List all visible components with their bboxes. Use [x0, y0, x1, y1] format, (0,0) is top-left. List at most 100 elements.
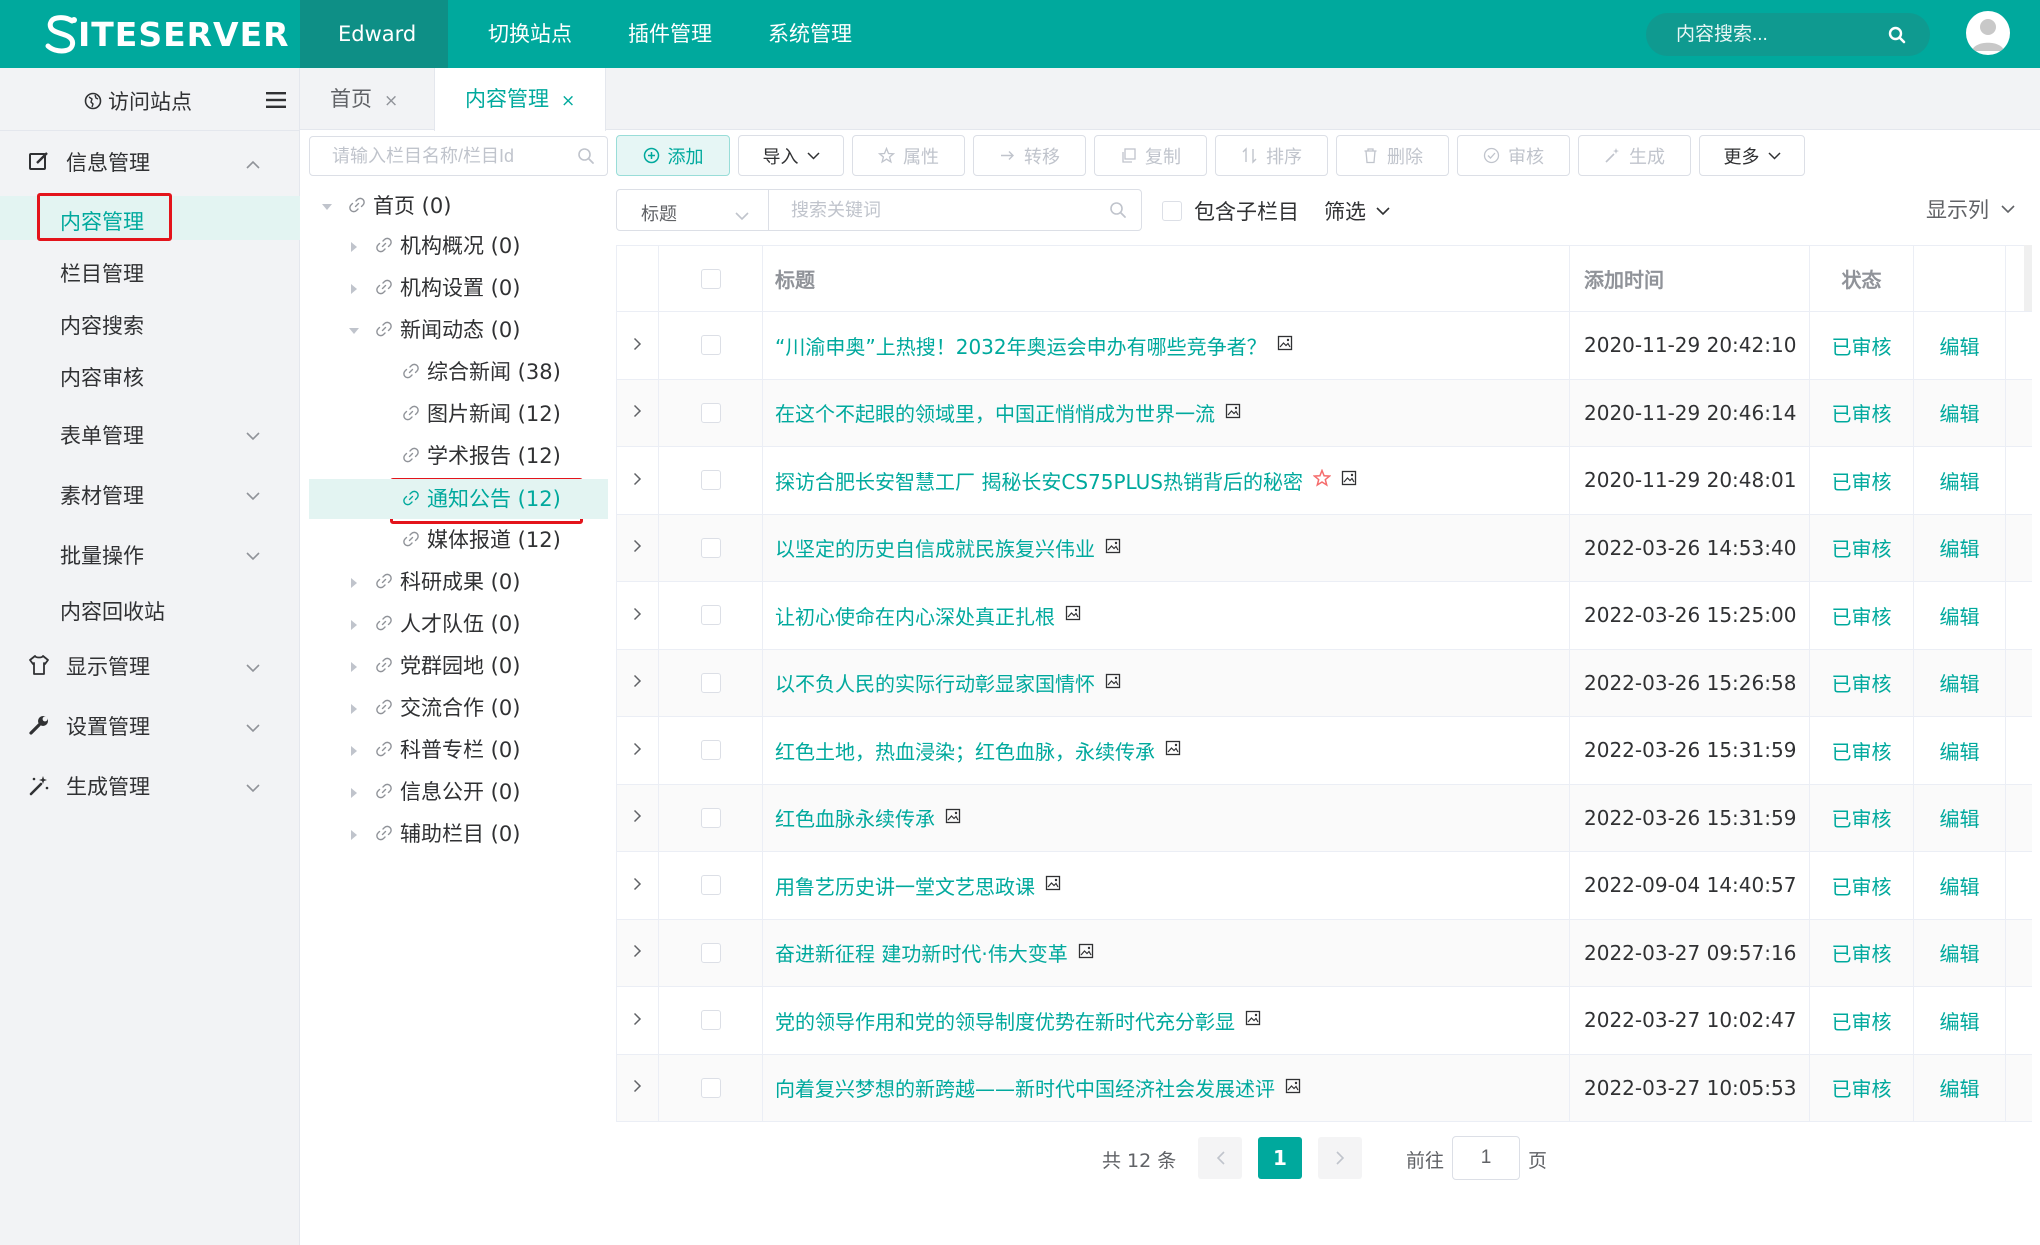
sidebar-item-material-management[interactable]: 素材管理	[0, 470, 300, 514]
edit-link[interactable]: 编辑	[1940, 1073, 1980, 1102]
keyword-search-input[interactable]	[791, 190, 1091, 230]
caret-right-icon[interactable]	[348, 226, 364, 266]
table-row[interactable]: 用鲁艺历史讲一堂文艺思政课 2022-09-04 14:40:57 已审核 编辑	[617, 852, 2032, 920]
edit-link[interactable]: 编辑	[1940, 1006, 1980, 1035]
siteserver-logo[interactable]: ITESERVER	[44, 14, 290, 54]
content-title-link[interactable]: “川渝申奥”上热搜！2032年奥运会申办有哪些竞争者？	[775, 331, 1267, 360]
visit-site-link[interactable]: 访问站点	[84, 86, 192, 116]
transfer-button[interactable]: 转移	[973, 135, 1086, 176]
edit-link[interactable]: 编辑	[1940, 331, 1980, 360]
row-checkbox[interactable]	[700, 807, 721, 828]
edit-link[interactable]: 编辑	[1940, 466, 1980, 495]
chevron-right-icon[interactable]	[633, 943, 642, 962]
tree-node-research-results[interactable]: 科研成果 (0)	[348, 562, 520, 602]
add-button[interactable]: 添加	[616, 135, 730, 176]
search-icon[interactable]	[577, 147, 595, 169]
status-link[interactable]: 已审核	[1832, 1073, 1892, 1102]
tree-node-academic-reports[interactable]: 学术报告 (12)	[375, 436, 561, 476]
caret-right-icon[interactable]	[348, 562, 364, 602]
collapse-menu-icon[interactable]	[266, 92, 286, 112]
status-link[interactable]: 已审核	[1832, 938, 1892, 967]
caret-right-icon[interactable]	[348, 268, 364, 308]
status-link[interactable]: 已审核	[1832, 398, 1892, 427]
table-row[interactable]: 在这个不起眼的领域里，中国正悄悄成为世界一流 2020-11-29 20:46:1…	[617, 379, 2032, 447]
edit-link[interactable]: 编辑	[1940, 736, 1980, 765]
tree-node-institution-settings[interactable]: 机构设置 (0)	[348, 268, 520, 308]
caret-right-icon[interactable]	[348, 604, 364, 644]
caret-right-icon[interactable]	[348, 646, 364, 686]
search-field-select[interactable]: 标题	[616, 189, 769, 231]
edit-link[interactable]: 编辑	[1940, 938, 1980, 967]
status-link[interactable]: 已审核	[1832, 331, 1892, 360]
generate-button[interactable]: 生成	[1578, 135, 1691, 176]
goto-page-input[interactable]	[1452, 1136, 1520, 1180]
content-title-link[interactable]: 探访合肥长安智慧工厂 揭秘长安CS75PLUS热销背后的秘密	[775, 466, 1303, 495]
edit-link[interactable]: 编辑	[1940, 803, 1980, 832]
next-page-button[interactable]	[1318, 1137, 1362, 1179]
table-row[interactable]: 红色土地，热血浸染；红色血脉，永续传承 2022-03-26 15:31:59 已审…	[617, 717, 2032, 785]
table-row[interactable]: 党的领导作用和党的领导制度优势在新时代充分彰显 2022-03-27 10:02:…	[617, 987, 2032, 1055]
user-avatar[interactable]	[1966, 11, 2010, 55]
table-scrollbar[interactable]	[2024, 245, 2032, 311]
chevron-right-icon[interactable]	[633, 876, 642, 895]
content-title-link[interactable]: 向着复兴梦想的新跨越——新时代中国经济社会发展述评	[775, 1073, 1275, 1102]
table-row[interactable]: 以坚定的历史自信成就民族复兴伟业 2022-03-26 14:53:40 已审核 编辑	[617, 514, 2032, 582]
row-checkbox[interactable]	[700, 740, 721, 761]
edit-link[interactable]: 编辑	[1940, 601, 1980, 630]
tree-node-institution-overview[interactable]: 机构概况 (0)	[348, 226, 520, 266]
table-row[interactable]: 红色血脉永续传承 2022-03-26 15:31:59 已审核 编辑	[617, 784, 2032, 852]
status-link[interactable]: 已审核	[1832, 736, 1892, 765]
nav-item-plugins[interactable]: 插件管理	[628, 0, 752, 68]
status-link[interactable]: 已审核	[1832, 668, 1892, 697]
chevron-right-icon[interactable]	[633, 1078, 642, 1097]
nav-item-switch-site[interactable]: 切换站点	[488, 0, 612, 68]
tree-node-party-garden[interactable]: 党群园地 (0)	[348, 646, 520, 686]
row-checkbox[interactable]	[700, 672, 721, 693]
sort-button[interactable]: 排序	[1215, 135, 1328, 176]
tree-node-media-reports[interactable]: 媒体报道 (12)	[375, 520, 561, 560]
sidebar-item-content-management[interactable]: 内容管理	[0, 196, 300, 240]
channel-search-input[interactable]	[332, 137, 562, 175]
edit-link[interactable]: 编辑	[1940, 668, 1980, 697]
caret-right-icon[interactable]	[348, 772, 364, 812]
attributes-button[interactable]: 属性	[852, 135, 965, 176]
filter-dropdown[interactable]: 筛选	[1324, 196, 1390, 226]
content-title-link[interactable]: 以坚定的历史自信成就民族复兴伟业	[775, 533, 1095, 562]
status-link[interactable]: 已审核	[1832, 1006, 1892, 1035]
review-button[interactable]: 审核	[1457, 135, 1570, 176]
tree-node-general-news[interactable]: 综合新闻 (38)	[375, 352, 561, 392]
row-checkbox[interactable]	[700, 1077, 721, 1098]
chevron-right-icon[interactable]	[633, 606, 642, 625]
content-title-link[interactable]: 以不负人民的实际行动彰显家国情怀	[775, 668, 1095, 697]
edit-link[interactable]: 编辑	[1940, 398, 1980, 427]
caret-down-icon[interactable]	[348, 310, 364, 350]
search-icon[interactable]	[1109, 201, 1127, 223]
row-checkbox[interactable]	[700, 470, 721, 491]
caret-down-icon[interactable]	[321, 186, 337, 226]
more-dropdown-button[interactable]: 更多	[1699, 135, 1805, 176]
sidebar-item-content-recycle-bin[interactable]: 内容回收站	[0, 586, 300, 630]
tab-content-management[interactable]: 内容管理 ×	[434, 68, 607, 131]
content-title-link[interactable]: 用鲁艺历史讲一堂文艺思政课	[775, 871, 1035, 900]
tab-home[interactable]: 首页 ×	[330, 68, 398, 130]
menu-group-generate-management[interactable]: 生成管理	[0, 760, 300, 810]
nav-item-edward[interactable]: Edward	[300, 0, 448, 68]
row-checkbox[interactable]	[700, 402, 721, 423]
edit-link[interactable]: 编辑	[1940, 871, 1980, 900]
content-title-link[interactable]: 在这个不起眼的领域里，中国正悄悄成为世界一流	[775, 398, 1215, 427]
row-checkbox[interactable]	[700, 1010, 721, 1031]
content-title-link[interactable]: 奋进新征程 建功新时代·伟大变革	[775, 938, 1068, 967]
caret-right-icon[interactable]	[348, 688, 364, 728]
row-checkbox[interactable]	[700, 605, 721, 626]
table-row[interactable]: 向着复兴梦想的新跨越——新时代中国经济社会发展述评 2022-03-27 10:0…	[617, 1054, 2032, 1122]
tree-node-notices[interactable]: 通知公告 (12)	[375, 479, 561, 519]
display-columns-dropdown[interactable]: 显示列	[1926, 194, 2015, 224]
sidebar-item-form-management[interactable]: 表单管理	[0, 410, 300, 454]
content-title-link[interactable]: 红色血脉永续传承	[775, 803, 935, 832]
chevron-right-icon[interactable]	[633, 673, 642, 692]
include-subchannels-checkbox[interactable]: 包含子栏目	[1162, 196, 1299, 226]
tree-node-news[interactable]: 新闻动态 (0)	[348, 310, 520, 350]
row-checkbox[interactable]	[700, 335, 721, 356]
status-link[interactable]: 已审核	[1832, 871, 1892, 900]
chevron-right-icon[interactable]	[633, 538, 642, 557]
